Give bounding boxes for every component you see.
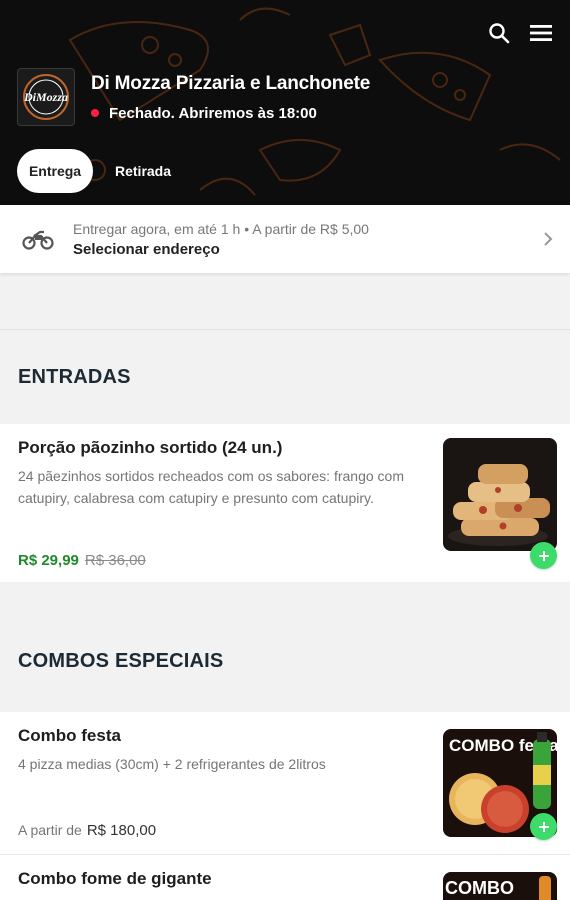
product-image: COMBO	[443, 872, 557, 900]
price-prefix: A partir de	[18, 822, 82, 838]
delivery-address-selector[interactable]: Entregar agora, em até 1 h • A partir de…	[0, 205, 570, 273]
status-dot-icon	[91, 109, 99, 117]
tab-entrega[interactable]: Entrega	[17, 149, 93, 193]
header-actions	[486, 20, 554, 46]
store-status: Fechado. Abriremos às 18:00	[91, 105, 370, 122]
chevron-right-icon	[544, 232, 553, 246]
search-icon[interactable]	[486, 20, 512, 46]
product-description: 4 pizza medias (30cm) + 2 refrigerantes …	[18, 756, 326, 772]
product-name: Porção pãozinho sortido (24 un.)	[18, 438, 283, 457]
tab-retirada[interactable]: Retirada	[103, 149, 183, 193]
add-to-cart-button[interactable]	[530, 813, 557, 840]
delivery-info: Entregar agora, em até 1 h • A partir de…	[73, 220, 369, 237]
svg-text:COMBO: COMBO	[445, 878, 514, 898]
product-name: Combo festa	[18, 726, 121, 745]
product-price-row: R$ 29,99 R$ 36,00	[18, 552, 146, 569]
product-price: R$ 29,99	[18, 552, 79, 569]
product-price: R$ 180,00	[86, 822, 157, 839]
product-old-price: R$ 36,00	[84, 552, 146, 569]
product-card[interactable]: Porção pãozinho sortido (24 un.) 24 pãez…	[0, 424, 570, 582]
product-name: Combo fome de gigante	[18, 869, 212, 888]
select-address-label: Selecionar endereço	[73, 240, 220, 258]
product-card[interactable]: Combo fome de gigante COMBO	[0, 855, 570, 900]
section-title-combos: COMBOS ESPECIAIS	[0, 584, 570, 712]
product-card[interactable]: Combo festa 4 pizza medias (30cm) + 2 re…	[0, 712, 570, 854]
section-title-entradas: ENTRADAS	[18, 365, 131, 388]
motorcycle-icon	[22, 230, 54, 250]
section-title-text: COMBOS ESPECIAIS	[18, 650, 224, 672]
order-mode-tabs: Entrega Retirada	[17, 149, 183, 193]
svg-text:DiMozza: DiMozza	[23, 90, 68, 104]
product-image	[443, 438, 557, 551]
product-description: 24 pãezinhos sortidos recheados com os s…	[18, 468, 404, 506]
product-price-row: A partir de R$ 180,00	[18, 822, 156, 839]
menu-icon[interactable]	[528, 20, 554, 46]
store-identity: DiMozza Di Mozza Pizzaria e Lanchonete F…	[17, 68, 370, 126]
add-to-cart-button[interactable]	[530, 542, 557, 569]
store-name: Di Mozza Pizzaria e Lanchonete	[91, 72, 371, 94]
status-text: Fechado. Abriremos às 18:00	[109, 104, 317, 122]
store-logo: DiMozza	[17, 68, 75, 126]
store-header: DiMozza Di Mozza Pizzaria e Lanchonete F…	[0, 0, 570, 205]
